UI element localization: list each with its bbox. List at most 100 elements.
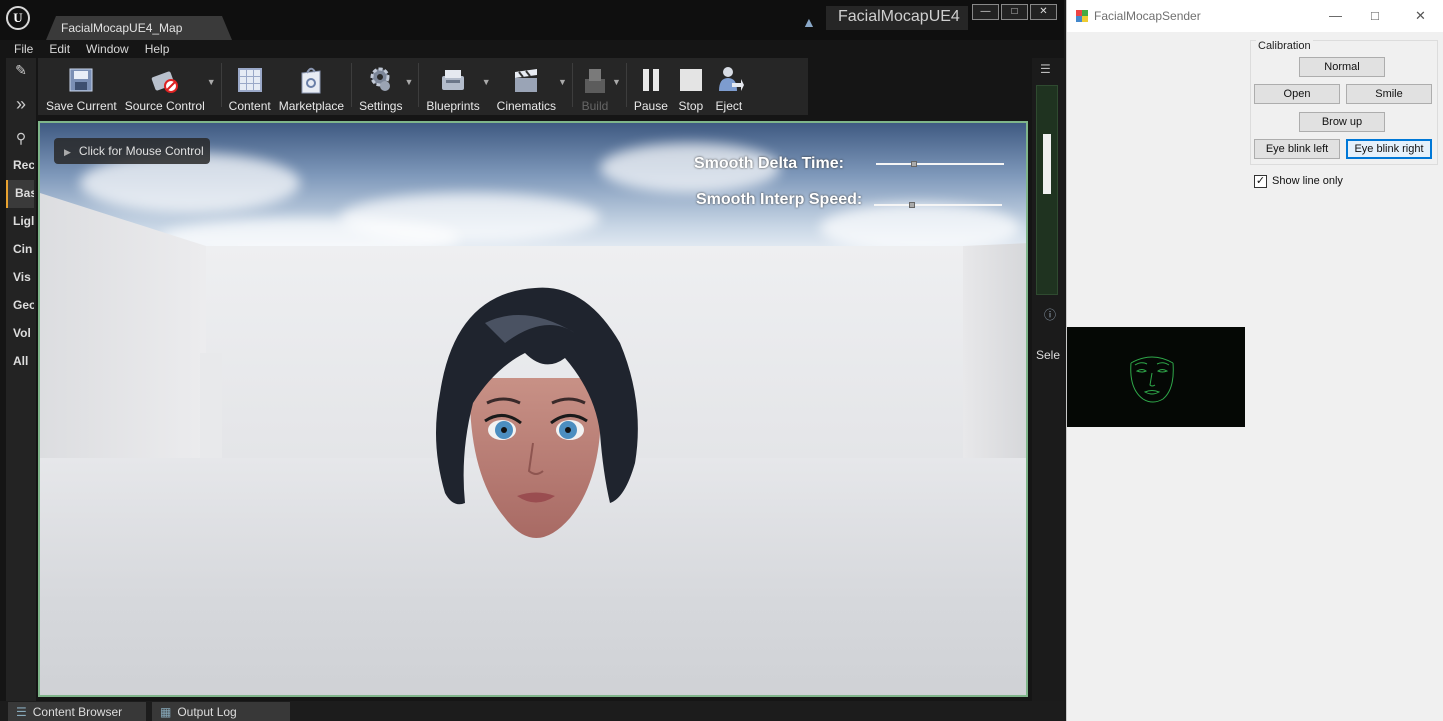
stop-label: Stop: [678, 99, 704, 113]
menu-file[interactable]: File: [6, 40, 41, 58]
eject-label: Eject: [715, 99, 743, 113]
mouse-control-button[interactable]: ▶ Click for Mouse Control: [54, 138, 210, 164]
menu-window[interactable]: Window: [78, 40, 137, 58]
settings-button[interactable]: Settings: [355, 59, 406, 113]
camera-preview: [1067, 327, 1245, 427]
smooth-interp-slider[interactable]: [874, 202, 1002, 208]
smooth-interp-label: Smooth Interp Speed:: [696, 191, 863, 208]
pause-icon: [636, 65, 666, 95]
editor-menu-bar: File Edit Window Help: [0, 40, 1064, 58]
level-tab[interactable]: FacialMocapUE4_Map: [46, 16, 232, 40]
play-icon: ▶: [64, 147, 71, 157]
category-lights[interactable]: Ligl: [6, 208, 34, 236]
show-line-only-label: Show line only: [1272, 175, 1343, 187]
save-current-button[interactable]: Save Current: [42, 59, 121, 113]
eye-blink-right-button[interactable]: Eye blink right: [1346, 139, 1432, 159]
category-volumes[interactable]: Vol: [6, 320, 34, 348]
smooth-interp-knob[interactable]: [909, 202, 915, 208]
content-label: Content: [228, 99, 271, 113]
minimize-button[interactable]: —: [972, 4, 999, 20]
content-browser-tab[interactable]: ☰ Content Browser: [8, 702, 146, 721]
content-browser-label: Content Browser: [32, 705, 123, 719]
blueprints-button[interactable]: Blueprints: [422, 59, 483, 113]
selected-label: Sele: [1036, 348, 1061, 362]
menu-edit[interactable]: Edit: [41, 40, 78, 58]
level-toolbar: Save Current Source Control ▼ Content Ma…: [38, 58, 808, 115]
content-browser-icon: ☰: [16, 705, 27, 719]
smile-button[interactable]: Smile: [1346, 84, 1432, 104]
facial-mocap-sender-window: FacialMocapSender — □ ✕ Calibration Norm…: [1066, 0, 1443, 721]
place-mode-icon[interactable]: ✎: [6, 58, 36, 82]
output-log-tab[interactable]: ▦ Output Log: [152, 702, 290, 721]
pause-label: Pause: [633, 99, 668, 113]
eye-blink-left-button[interactable]: Eye blink left: [1254, 139, 1340, 159]
marketplace-icon: [296, 65, 326, 95]
sender-title: FacialMocapSender: [1094, 9, 1201, 23]
sender-maximize-button[interactable]: □: [1371, 8, 1379, 23]
scrollbar-thumb[interactable]: [1043, 134, 1051, 194]
sender-title-bar: FacialMocapSender — □ ✕: [1067, 0, 1443, 32]
normal-button[interactable]: Normal: [1299, 57, 1385, 77]
level-tab-label: FacialMocapUE4_Map: [61, 21, 183, 35]
stop-icon: [676, 65, 706, 95]
category-recent[interactable]: Rec: [6, 152, 34, 180]
source-control-icon: [150, 65, 180, 95]
pillar: [200, 353, 222, 458]
save-current-label: Save Current: [46, 99, 117, 113]
smooth-delta-knob[interactable]: [911, 161, 917, 167]
output-log-icon: ▦: [160, 705, 172, 719]
face-landmarks-overlay: [1130, 356, 1174, 403]
close-button[interactable]: ✕: [1030, 4, 1057, 20]
output-log-label: Output Log: [177, 705, 237, 719]
content-button[interactable]: Content: [225, 59, 275, 113]
calibration-label: Calibration: [1256, 40, 1313, 52]
source-control-label: Source Control: [124, 99, 205, 113]
show-line-only-checkbox[interactable]: ✓: [1254, 175, 1267, 188]
cinematics-button[interactable]: Cinematics: [493, 59, 560, 113]
category-cinematic[interactable]: Cin: [6, 236, 34, 264]
source-control-button[interactable]: Source Control: [121, 59, 209, 113]
expand-modes-icon[interactable]: »: [6, 92, 36, 116]
brow-up-button[interactable]: Brow up: [1299, 112, 1385, 132]
content-icon: [235, 65, 265, 95]
sender-minimize-button[interactable]: —: [1329, 8, 1342, 23]
sender-close-button[interactable]: ✕: [1415, 8, 1426, 24]
project-name: FacialMocapUE4: [826, 6, 968, 30]
build-icon: [580, 65, 610, 95]
cinematics-label: Cinematics: [496, 99, 557, 113]
marketplace-label: Marketplace: [278, 99, 345, 113]
open-button[interactable]: Open: [1254, 84, 1340, 104]
category-basic[interactable]: Bas: [6, 180, 34, 208]
smooth-delta-label: Smooth Delta Time:: [694, 155, 844, 172]
build-label: Build: [581, 99, 609, 113]
build-button[interactable]: Build: [576, 59, 614, 113]
menu-help[interactable]: Help: [137, 40, 178, 58]
category-visual[interactable]: Vis: [6, 264, 34, 292]
eject-button[interactable]: Eject: [710, 59, 748, 113]
category-geometry[interactable]: Geo: [6, 292, 34, 320]
category-all-classes[interactable]: All: [6, 348, 34, 376]
maximize-button[interactable]: □: [1001, 4, 1028, 20]
editor-title-bar: U FacialMocapUE4_Map ▲ FacialMocapUE4 — …: [0, 0, 1064, 40]
learn-icon[interactable]: ▲: [802, 14, 816, 30]
marketplace-button[interactable]: Marketplace: [275, 59, 348, 113]
stop-button[interactable]: Stop: [672, 59, 710, 113]
app-icon: [1076, 10, 1088, 22]
outliner-scrollbar[interactable]: [1036, 85, 1058, 295]
settings-icon: [366, 65, 396, 95]
eject-icon: [714, 65, 744, 95]
mouse-control-label: Click for Mouse Control: [78, 144, 204, 158]
blueprints-icon: [438, 65, 468, 95]
pause-button[interactable]: Pause: [630, 59, 672, 113]
level-viewport[interactable]: ▶ Click for Mouse Control Smooth Delta Ti…: [38, 121, 1028, 697]
smooth-delta-slider[interactable]: [876, 161, 1004, 167]
place-categories: Rec Bas Ligl Cin Vis Geo Vol All: [6, 152, 34, 376]
save-icon: [66, 65, 96, 95]
unreal-editor-window: U FacialMocapUE4_Map ▲ FacialMocapUE4 — …: [0, 0, 1064, 721]
search-icon[interactable]: ⚲: [6, 126, 36, 150]
list-icon[interactable]: ☰: [1040, 62, 1051, 76]
info-icon: ⓘ: [1044, 308, 1057, 322]
cinematics-icon: [511, 65, 541, 95]
character-head: [436, 287, 638, 538]
settings-label: Settings: [359, 99, 403, 113]
